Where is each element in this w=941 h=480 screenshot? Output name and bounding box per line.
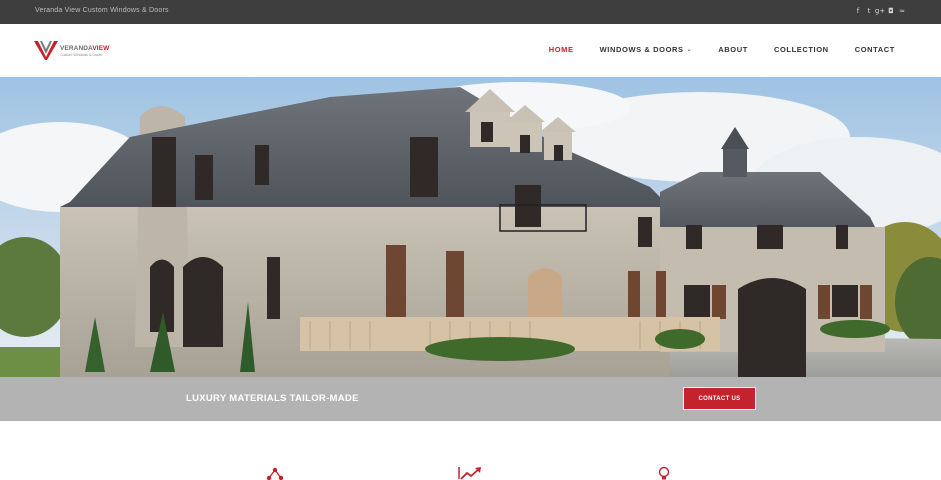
nav-item-collection[interactable]: COLLECTION (774, 45, 829, 54)
logo-word-accent: VIEW (92, 45, 110, 52)
logo-word-main: VERANDA (60, 45, 93, 52)
rss-icon[interactable]: ≈ (899, 6, 905, 16)
nav-item-label: CONTACT (854, 45, 895, 54)
instagram-icon[interactable]: ◘ (888, 6, 894, 16)
site-header: VERANDAVIEW Custom Windows & Doors HOME … (0, 24, 941, 77)
logo-mark-icon (34, 41, 58, 60)
site-tagline: Veranda View Custom Windows & Doors (35, 7, 169, 14)
facebook-icon[interactable]: f (855, 6, 861, 16)
banner-heading: LUXURY MATERIALS TAILOR-MADE (186, 393, 359, 404)
nav-item-windows-doors[interactable]: WINDOWS & DOORS ⌄ (600, 45, 693, 54)
nav-item-contact[interactable]: CONTACT (855, 45, 895, 54)
nav-item-home[interactable]: HOME (549, 45, 574, 54)
growth-chart-icon (458, 467, 481, 480)
main-nav: HOME WINDOWS & DOORS ⌄ ABOUT COLLECTION C… (523, 45, 895, 54)
nav-item-label: HOME (548, 45, 574, 54)
top-bar: Veranda View Custom Windows & Doors f t … (0, 0, 941, 24)
nav-item-label: ABOUT (718, 45, 748, 54)
chevron-down-icon: ⌄ (686, 46, 693, 53)
network-icon (266, 467, 284, 480)
features-section (0, 421, 941, 480)
social-links: f t g+ ◘ ≈ (855, 6, 905, 16)
contact-us-button[interactable]: CONTACT US (683, 387, 756, 410)
site-logo[interactable]: VERANDAVIEW Custom Windows & Doors (34, 39, 109, 63)
google-plus-icon[interactable]: g+ (875, 6, 885, 16)
logo-wordmark: VERANDAVIEW (60, 45, 109, 52)
cta-banner: LUXURY MATERIALS TAILOR-MADE CONTACT US (0, 377, 941, 421)
hero-image (0, 77, 941, 377)
nav-item-label: WINDOWS & DOORS (599, 45, 684, 54)
logo-subtitle: Custom Windows & Doors (60, 53, 102, 57)
lightbulb-icon (658, 466, 670, 480)
twitter-icon[interactable]: t (866, 6, 872, 16)
nav-item-about[interactable]: ABOUT (718, 45, 748, 54)
nav-item-label: COLLECTION (773, 45, 829, 54)
